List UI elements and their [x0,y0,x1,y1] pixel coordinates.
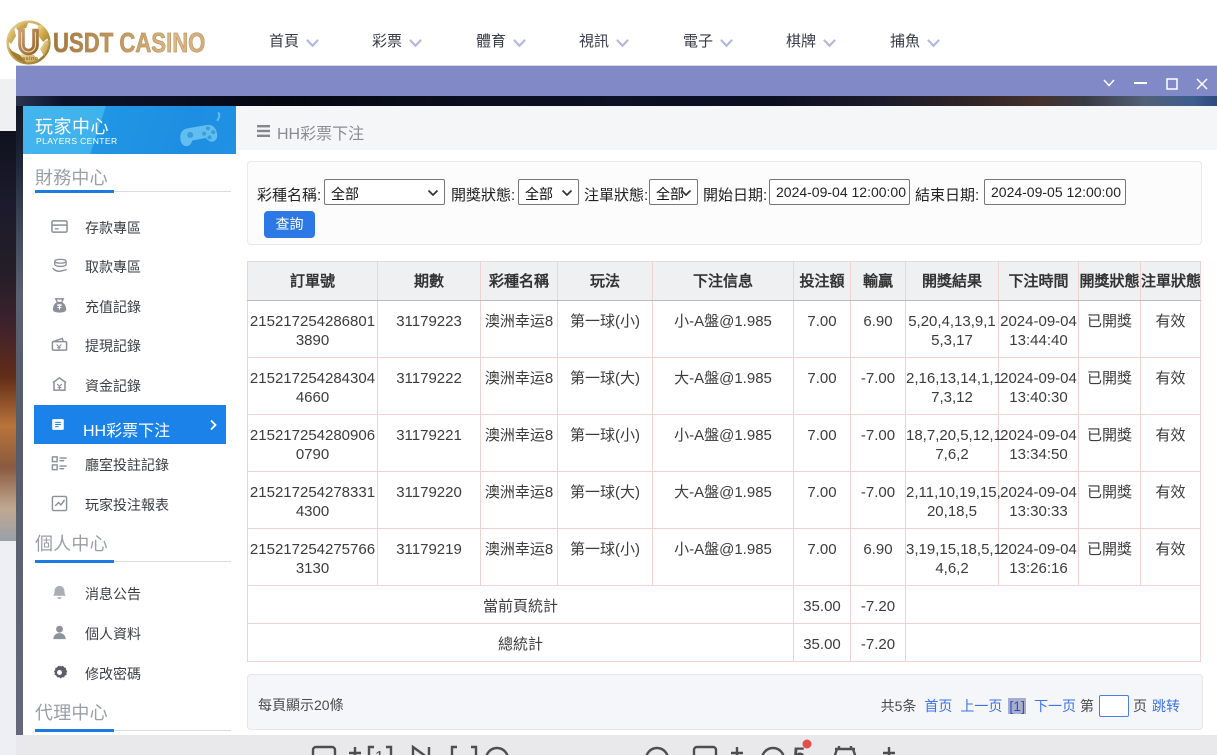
svg-text:1: 1 [375,749,384,755]
svg-text:casino: casino [19,56,39,62]
